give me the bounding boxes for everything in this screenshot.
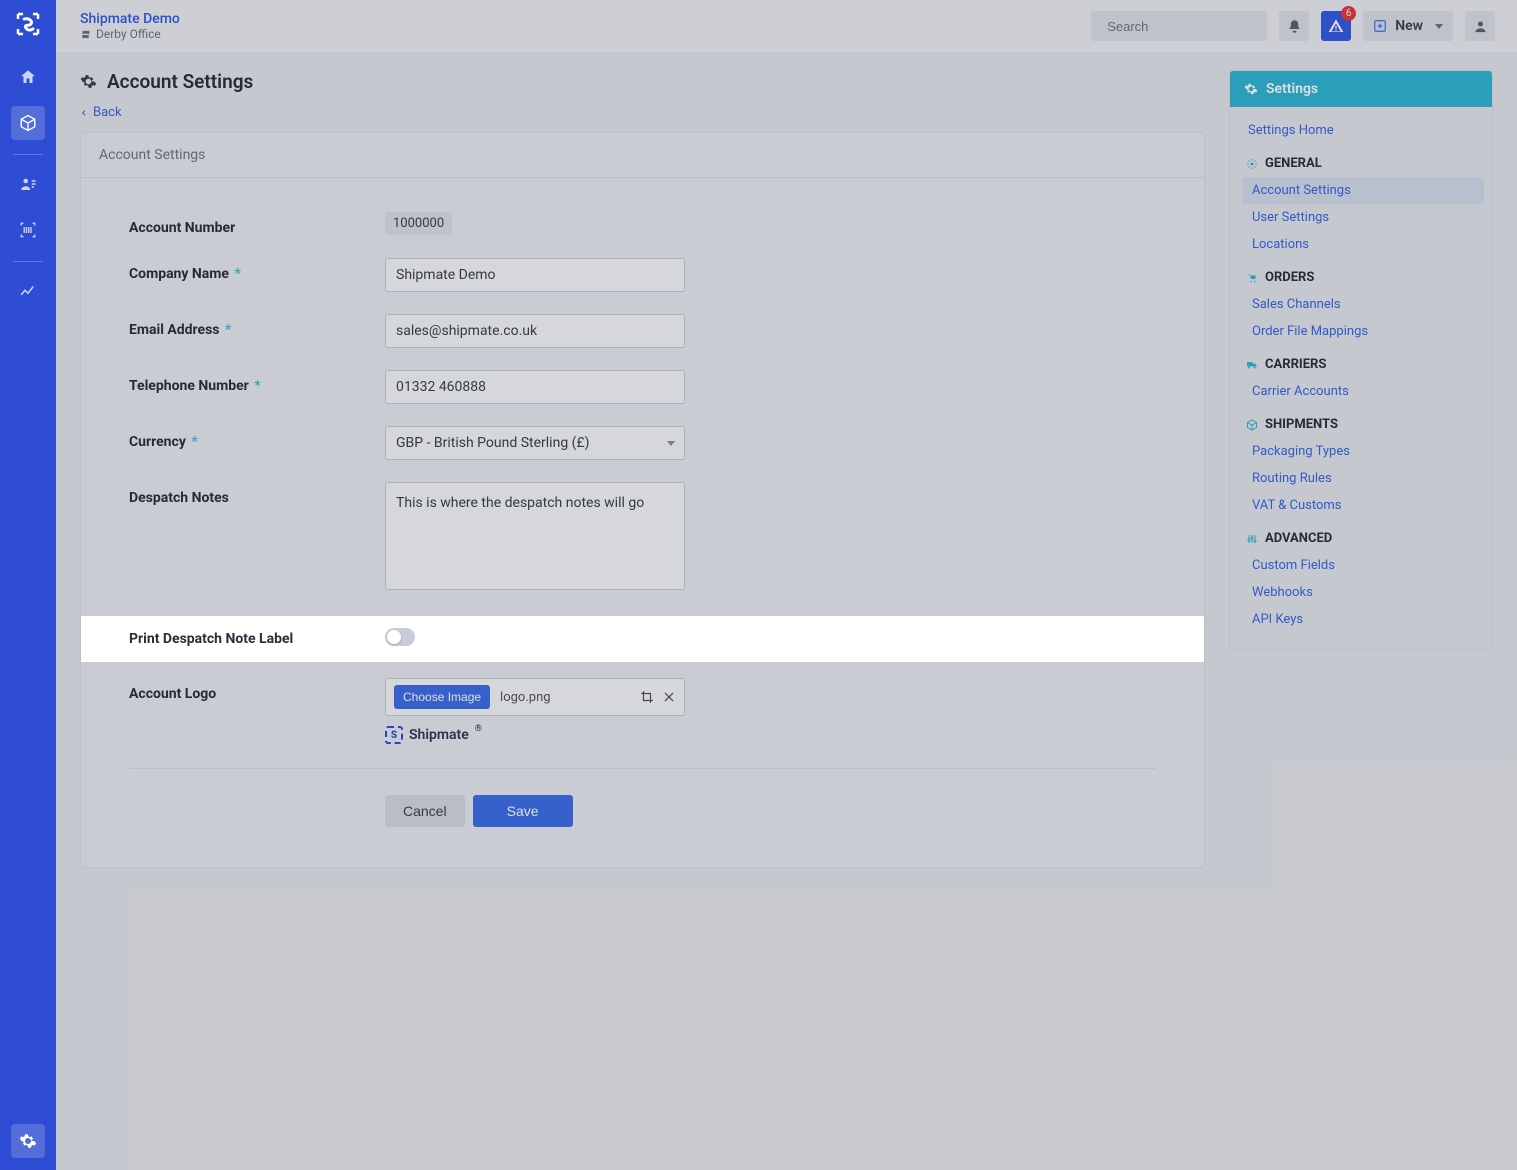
- new-button-label: New: [1395, 18, 1423, 34]
- brand-title: Shipmate Demo: [80, 11, 180, 27]
- gear-icon: [80, 73, 97, 90]
- plus-box-icon: [1373, 19, 1387, 33]
- side-link-sales-channels[interactable]: Sales Channels: [1242, 291, 1484, 318]
- nav-home[interactable]: [11, 60, 45, 94]
- value-account-number: 1000000: [385, 212, 452, 235]
- label-account-logo: Account Logo: [129, 678, 385, 702]
- label-email: Email Address *: [129, 314, 385, 338]
- side-group-orders: ORDERS: [1238, 258, 1484, 291]
- side-group-shipments: SHIPMENTS: [1238, 405, 1484, 438]
- row-company-name: Company Name *: [129, 258, 1156, 292]
- label-company-name: Company Name *: [129, 258, 385, 282]
- alerts-button[interactable]: 6: [1321, 11, 1351, 41]
- crop-icon[interactable]: [640, 690, 654, 704]
- side-link-order-file-mappings[interactable]: Order File Mappings: [1242, 318, 1484, 345]
- page-title-row: Account Settings: [80, 70, 1205, 93]
- alert-triangle-icon: [1328, 18, 1344, 34]
- box-icon: [1246, 419, 1258, 431]
- new-button[interactable]: New: [1363, 11, 1453, 41]
- gear-icon: [1244, 82, 1258, 96]
- row-account-logo: Account Logo Choose Image logo.png: [129, 678, 1156, 744]
- side-link-carrier-accounts[interactable]: Carrier Accounts: [1242, 378, 1484, 405]
- alert-badge: 6: [1341, 6, 1356, 21]
- nav-packages[interactable]: [11, 106, 45, 140]
- page-area: Account Settings Back Account Settings A…: [80, 70, 1205, 868]
- side-link-webhooks[interactable]: Webhooks: [1242, 579, 1484, 606]
- form-divider: [129, 768, 1156, 769]
- notifications-button[interactable]: [1279, 11, 1309, 41]
- side-link-custom-fields[interactable]: Custom Fields: [1242, 552, 1484, 579]
- label-currency: Currency *: [129, 426, 385, 450]
- side-link-account-settings[interactable]: Account Settings: [1242, 177, 1484, 204]
- input-telephone[interactable]: [385, 370, 685, 404]
- side-link-user-settings[interactable]: User Settings: [1242, 204, 1484, 231]
- side-link-api-keys[interactable]: API Keys: [1242, 606, 1484, 633]
- nav-barcode[interactable]: [11, 213, 45, 247]
- truck-icon: [1246, 359, 1258, 371]
- brand-logo: [10, 6, 46, 42]
- row-despatch-notes: Despatch Notes This is where the despatc…: [129, 482, 1156, 594]
- row-print-despatch-label: Print Despatch Note Label: [81, 616, 1204, 662]
- left-rail: [0, 0, 56, 1170]
- row-email: Email Address *: [129, 314, 1156, 348]
- logo-mark-icon: S: [385, 726, 403, 744]
- side-link-packaging-types[interactable]: Packaging Types: [1242, 438, 1484, 465]
- side-group-advanced: ADVANCED: [1238, 519, 1484, 552]
- settings-side-panel: Settings Settings Home GENERAL Account S…: [1229, 70, 1493, 650]
- side-group-carriers: CARRIERS: [1238, 345, 1484, 378]
- store-icon: [80, 29, 91, 40]
- back-link[interactable]: Back: [80, 105, 122, 120]
- person-icon: [1473, 19, 1488, 34]
- brand-block: Shipmate Demo Derby Office: [80, 11, 180, 41]
- file-name: logo.png: [500, 690, 630, 705]
- label-account-number: Account Number: [129, 212, 385, 236]
- gear-small-icon: [1246, 158, 1258, 170]
- label-despatch-notes: Despatch Notes: [129, 482, 385, 506]
- settings-panel: Account Settings Account Number 1000000 …: [80, 132, 1205, 868]
- choose-image-button[interactable]: Choose Image: [394, 685, 490, 709]
- nav-analytics[interactable]: [11, 274, 45, 308]
- input-company-name[interactable]: [385, 258, 685, 292]
- input-email[interactable]: [385, 314, 685, 348]
- side-group-general: GENERAL: [1238, 144, 1484, 177]
- nav-contacts[interactable]: [11, 167, 45, 201]
- row-currency: Currency * GBP - British Pound Sterling …: [129, 426, 1156, 460]
- rail-divider: [13, 154, 43, 155]
- save-button[interactable]: Save: [473, 795, 573, 827]
- sliders-icon: [1246, 533, 1258, 545]
- label-print-despatch: Print Despatch Note Label: [129, 631, 385, 647]
- file-picker: Choose Image logo.png: [385, 678, 685, 716]
- panel-head: Account Settings: [81, 133, 1204, 178]
- cancel-button[interactable]: Cancel: [385, 795, 465, 827]
- logo-preview: S Shipmate®: [385, 726, 685, 744]
- toggle-print-despatch[interactable]: [385, 628, 415, 646]
- main-column: Shipmate Demo Derby Office / 6 New: [56, 0, 1517, 1170]
- chevron-down-icon: [1435, 24, 1443, 29]
- page-title: Account Settings: [107, 70, 253, 93]
- cart-icon: [1246, 272, 1258, 284]
- side-link-vat-customs[interactable]: VAT & Customs: [1242, 492, 1484, 519]
- select-currency[interactable]: GBP - British Pound Sterling (£): [385, 426, 685, 460]
- close-icon[interactable]: [662, 690, 676, 704]
- side-link-locations[interactable]: Locations: [1242, 231, 1484, 258]
- side-link-routing-rules[interactable]: Routing Rules: [1242, 465, 1484, 492]
- rail-divider-2: [13, 261, 43, 262]
- bell-icon: [1287, 19, 1302, 34]
- row-account-number: Account Number 1000000: [129, 212, 1156, 236]
- button-row: Cancel Save: [129, 795, 1156, 827]
- topbar: Shipmate Demo Derby Office / 6 New: [56, 0, 1517, 52]
- search-input-wrap[interactable]: /: [1091, 11, 1267, 41]
- label-telephone: Telephone Number *: [129, 370, 385, 394]
- brand-sub: Derby Office: [80, 27, 180, 41]
- textarea-despatch-notes[interactable]: This is where the despatch notes will go: [385, 482, 685, 590]
- side-panel-head: Settings: [1230, 71, 1492, 107]
- profile-button[interactable]: [1465, 11, 1495, 41]
- search-input[interactable]: [1107, 19, 1283, 34]
- side-link-settings-home[interactable]: Settings Home: [1238, 117, 1484, 144]
- row-telephone: Telephone Number *: [129, 370, 1156, 404]
- nav-settings[interactable]: [11, 1124, 45, 1158]
- chevron-left-icon: [80, 108, 88, 118]
